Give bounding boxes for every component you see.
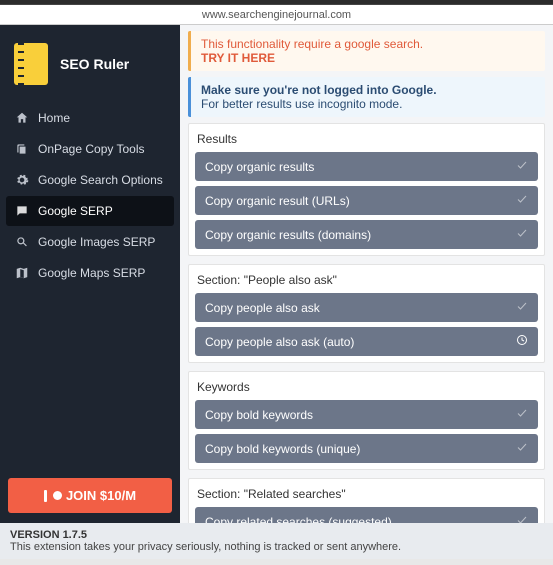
button-label: Copy bold keywords (unique) xyxy=(205,442,360,456)
nav-label: Google Images SERP xyxy=(38,235,155,249)
gear-icon xyxy=(14,172,30,188)
copy-button[interactable]: Copy people also ask (auto) xyxy=(195,327,538,356)
nav-google-serp[interactable]: Google SERP xyxy=(6,196,174,226)
alert-text: This functionality require a google sear… xyxy=(201,37,535,51)
patreon-dot-icon xyxy=(53,491,62,500)
check-icon xyxy=(516,193,528,208)
sidebar: SEO Ruler Home OnPage Copy Tools Google … xyxy=(0,25,180,523)
button-label: Copy organic results (domains) xyxy=(205,228,371,242)
button-label: Copy people also ask (auto) xyxy=(205,335,354,349)
nav-home[interactable]: Home xyxy=(6,103,174,133)
section-title: Results xyxy=(195,128,538,152)
address-bar: www.searchenginejournal.com xyxy=(0,5,553,25)
main-panel: This functionality require a google sear… xyxy=(180,25,553,523)
button-label: Copy organic result (URLs) xyxy=(205,194,350,208)
url-text: www.searchenginejournal.com xyxy=(202,9,351,21)
patreon-bar-icon xyxy=(44,490,47,502)
check-icon xyxy=(516,159,528,174)
search-bubble-icon xyxy=(14,203,30,219)
nav-label: Google Search Options xyxy=(38,173,163,187)
nav-onpage-copy-tools[interactable]: OnPage Copy Tools xyxy=(6,134,174,164)
app-container: SEO Ruler Home OnPage Copy Tools Google … xyxy=(0,25,553,523)
alert-info: Make sure you're not logged into Google.… xyxy=(188,77,545,117)
brand-block: SEO Ruler xyxy=(6,31,174,103)
copy-button[interactable]: Copy bold keywords xyxy=(195,400,538,429)
copy-button[interactable]: Copy organic results (domains) xyxy=(195,220,538,249)
brand-title: SEO Ruler xyxy=(60,56,129,72)
section-title: Section: "People also ask" xyxy=(195,269,538,293)
alert-warning: This functionality require a google sear… xyxy=(188,31,545,71)
search-icon xyxy=(14,234,30,250)
home-icon xyxy=(14,110,30,126)
check-icon xyxy=(516,407,528,422)
nav-label: Google Maps SERP xyxy=(38,266,145,280)
section-title: Keywords xyxy=(195,376,538,400)
section: Results Copy organic results Copy organic … xyxy=(188,123,545,256)
section: Section: "Related searches" Copy related … xyxy=(188,478,545,523)
alert-text: For better results use incognito mode. xyxy=(201,97,535,111)
nav-label: OnPage Copy Tools xyxy=(38,142,145,156)
check-icon xyxy=(516,441,528,456)
section: Section: "People also ask" Copy people al… xyxy=(188,264,545,363)
nav-google-maps-serp[interactable]: Google Maps SERP xyxy=(6,258,174,288)
button-label: Copy bold keywords xyxy=(205,408,313,422)
nav-label: Google SERP xyxy=(38,204,113,218)
nav-list: Home OnPage Copy Tools Google Search Opt… xyxy=(6,103,174,474)
copy-button[interactable]: Copy people also ask xyxy=(195,293,538,322)
section-title: Section: "Related searches" xyxy=(195,483,538,507)
copy-button[interactable]: Copy related searches (suggested) xyxy=(195,507,538,523)
try-it-here-link[interactable]: TRY IT HERE xyxy=(201,51,535,65)
copy-icon xyxy=(14,141,30,157)
copy-button[interactable]: Copy organic results xyxy=(195,152,538,181)
check-icon xyxy=(516,514,528,523)
nav-label: Home xyxy=(38,111,70,125)
nav-google-search-options[interactable]: Google Search Options xyxy=(6,165,174,195)
button-label: Copy people also ask xyxy=(205,301,320,315)
copy-button[interactable]: Copy organic result (URLs) xyxy=(195,186,538,215)
ruler-icon xyxy=(14,43,48,85)
button-label: Copy organic results xyxy=(205,160,314,174)
section: Keywords Copy bold keywords Copy bold keyw… xyxy=(188,371,545,470)
version-text: VERSION 1.7.5 xyxy=(10,529,543,541)
copy-button[interactable]: Copy bold keywords (unique) xyxy=(195,434,538,463)
privacy-text: This extension takes your privacy seriou… xyxy=(10,541,543,553)
join-button[interactable]: JOIN $10/M xyxy=(8,478,172,513)
clock-icon xyxy=(516,334,528,349)
nav-google-images-serp[interactable]: Google Images SERP xyxy=(6,227,174,257)
check-icon xyxy=(516,300,528,315)
join-label: JOIN $10/M xyxy=(66,488,136,503)
alert-text: Make sure you're not logged into Google. xyxy=(201,83,535,97)
check-icon xyxy=(516,227,528,242)
button-label: Copy related searches (suggested) xyxy=(205,515,392,524)
map-icon xyxy=(14,265,30,281)
footer: VERSION 1.7.5 This extension takes your … xyxy=(0,523,553,559)
